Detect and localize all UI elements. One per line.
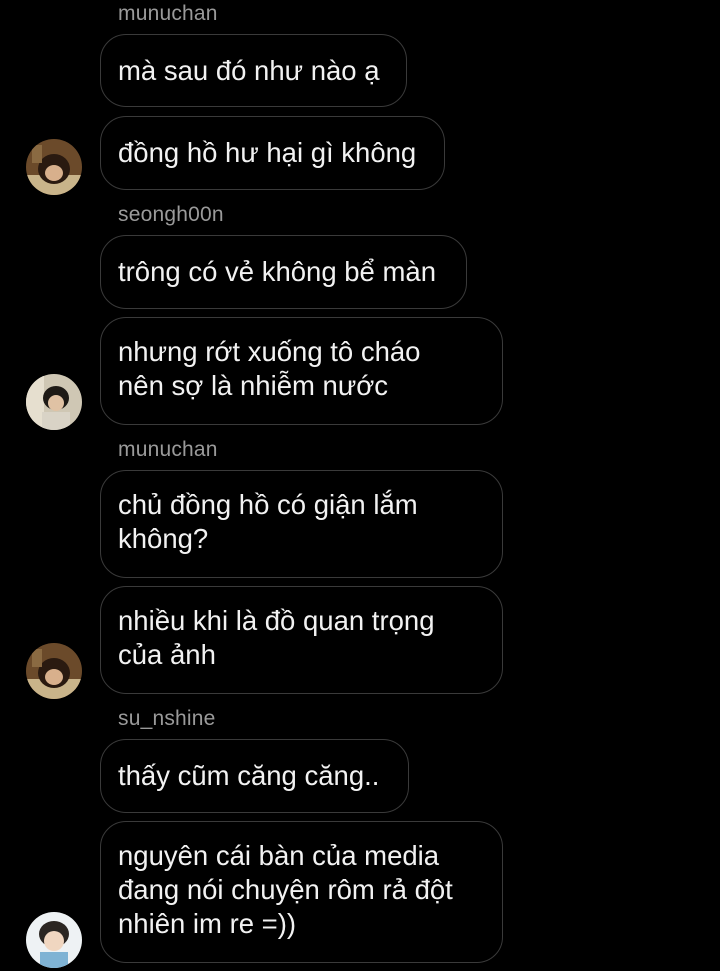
message-bubble[interactable]: nhiều khi là đồ quan trọng của ảnh [100,586,503,694]
avatar-munuchan[interactable] [26,643,82,699]
message-bubble[interactable]: trông có vẻ không bể màn [100,235,467,309]
avatar-munuchan[interactable] [26,139,82,195]
username-label: su_nshine [118,707,216,730]
message-bubble[interactable]: đồng hồ hư hại gì không [100,116,445,190]
avatar-seongh00n[interactable] [26,374,82,430]
message-bubble[interactable]: thấy cũm căng căng.. [100,739,409,813]
username-label: seongh00n [118,203,224,226]
message-bubble[interactable]: nguyên cái bàn của media đang nói chuyện… [100,821,503,963]
message-bubble[interactable]: chủ đồng hồ có giận lắm không? [100,470,503,578]
message-bubble[interactable]: mà sau đó như nào ạ [100,34,407,107]
username-label: munuchan [118,438,218,461]
username-label: munuchan [118,2,218,25]
avatar-su-nshine[interactable] [26,912,82,968]
message-bubble[interactable]: nhưng rớt xuống tô cháo nên sợ là nhiễm … [100,317,503,425]
